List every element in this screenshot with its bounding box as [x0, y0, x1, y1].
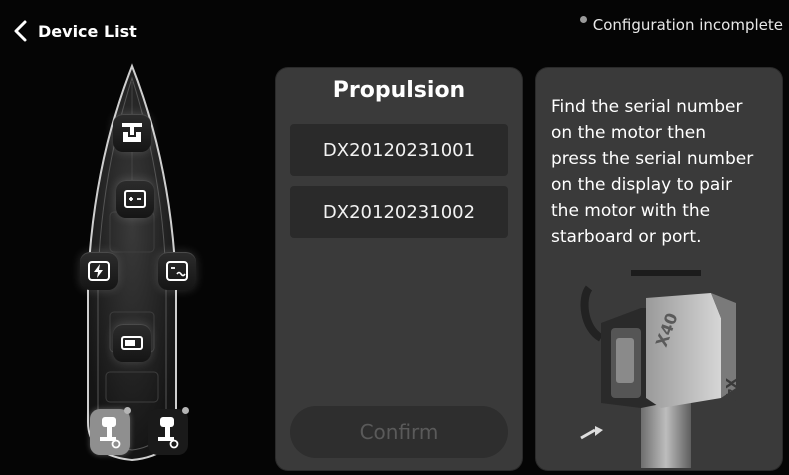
confirm-button[interactable]: Confirm — [290, 406, 508, 458]
display-icon — [121, 336, 143, 350]
instruction-line: on the motor then — [551, 123, 706, 143]
port-motor-status-dot — [124, 407, 131, 414]
back-button[interactable]: Device List — [12, 14, 137, 48]
serial-number-button[interactable]: DX20120231001 — [290, 124, 508, 176]
display-button[interactable] — [113, 324, 151, 362]
instructions-panel: Find the serial number on the motor then… — [536, 68, 782, 470]
outboard-motor-icon — [158, 417, 179, 449]
serial-number-button[interactable]: DX20120231002 — [290, 186, 508, 238]
instruction-line: Find the serial number — [551, 97, 743, 117]
status-text: Configuration incomplete — [592, 16, 783, 34]
propulsion-title: Propulsion — [332, 78, 466, 103]
instructions-text: Find the serial number on the motor then… — [551, 94, 773, 250]
battery-terminals-icon — [124, 190, 146, 208]
starboard-motor-status-dot — [182, 407, 189, 414]
instruction-line: the motor with the — [551, 201, 711, 221]
propulsion-panel: Propulsion DX20120231001 DX20120231002 C… — [276, 68, 522, 470]
configuration-status: Configuration incomplete — [579, 16, 783, 34]
chevron-left-icon — [14, 20, 27, 42]
propulsion-hub-button[interactable] — [113, 114, 151, 152]
outboard-motor-icon — [100, 417, 121, 449]
instruction-line: on the display to pair — [551, 175, 733, 195]
lightning-icon — [88, 261, 110, 281]
instruction-line: press the serial number — [551, 149, 754, 169]
screen: Device List Configuration incomplete Pro… — [0, 0, 789, 475]
boat-diagram — [70, 62, 220, 472]
status-dot — [579, 16, 587, 23]
propulsion-icon — [122, 123, 142, 142]
instruction-line: starboard or port. — [551, 227, 702, 247]
charger-button[interactable] — [80, 252, 118, 290]
back-label: Device List — [38, 21, 137, 41]
svg-text:X40: X40 — [722, 378, 738, 409]
battery-button[interactable] — [116, 180, 154, 218]
port-motor-button[interactable] — [90, 407, 131, 455]
x40-motor-illustration: X40 X40 — [580, 270, 738, 468]
power-converter-icon — [166, 261, 188, 281]
converter-button[interactable] — [158, 252, 196, 290]
starboard-motor-button[interactable] — [148, 407, 189, 455]
